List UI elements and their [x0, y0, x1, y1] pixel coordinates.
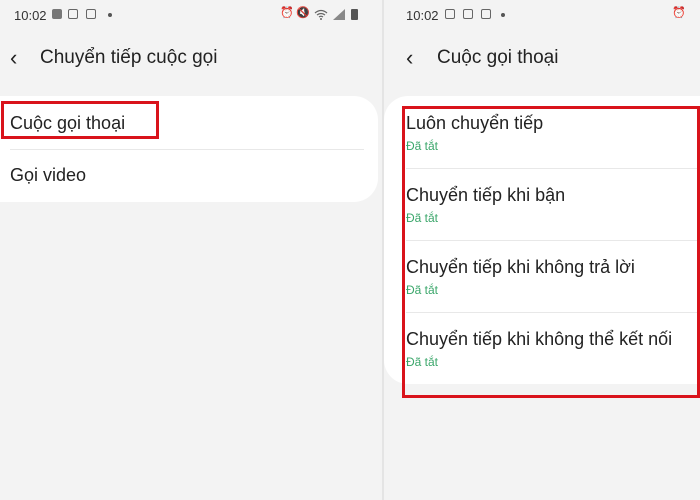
image-icon	[52, 9, 62, 19]
status-time: 10:02	[14, 8, 47, 23]
zalo-icon	[86, 9, 96, 19]
alarm-icon: ⏰	[280, 7, 294, 19]
list-item-video-call[interactable]: Gọi video	[0, 149, 378, 202]
status-time: 10:02	[406, 8, 439, 23]
page-title: Chuyển tiếp cuộc gọi	[40, 47, 218, 68]
zalo-icon	[481, 9, 491, 19]
zalo-icon	[445, 9, 455, 19]
screen-header: ‹ Chuyển tiếp cuộc gọi	[0, 40, 382, 76]
mute-icon: 🔇	[296, 7, 310, 19]
signal-icon	[333, 9, 345, 20]
screen-header: ‹ Cuộc gọi thoại	[384, 40, 700, 76]
notification-dot-icon	[108, 13, 112, 17]
status-bar: 10:02 ⏰	[384, 0, 700, 30]
status-bar: 10:02 ⏰ 🔇	[0, 0, 382, 30]
highlight-box	[1, 101, 159, 139]
voice-call-forwarding-screen: 10:02 ⏰ ‹ Cuộc gọi thoại Luôn chuyển tiế…	[384, 0, 700, 500]
battery-icon	[351, 9, 358, 20]
highlight-box	[402, 106, 700, 398]
zalo-icon	[463, 9, 473, 19]
notification-dot-icon	[501, 13, 505, 17]
back-arrow-icon[interactable]: ‹	[406, 44, 413, 72]
wifi-icon	[314, 9, 328, 20]
page-title: Cuộc gọi thoại	[437, 47, 559, 68]
zalo-icon	[68, 9, 78, 19]
alarm-icon: ⏰	[672, 7, 686, 19]
back-arrow-icon[interactable]: ‹	[10, 44, 17, 72]
list-item-label: Gọi video	[10, 165, 87, 185]
call-forwarding-screen: 10:02 ⏰ 🔇 ‹ Chuyển tiếp cuộc gọi Cuộc gọ…	[0, 0, 382, 500]
